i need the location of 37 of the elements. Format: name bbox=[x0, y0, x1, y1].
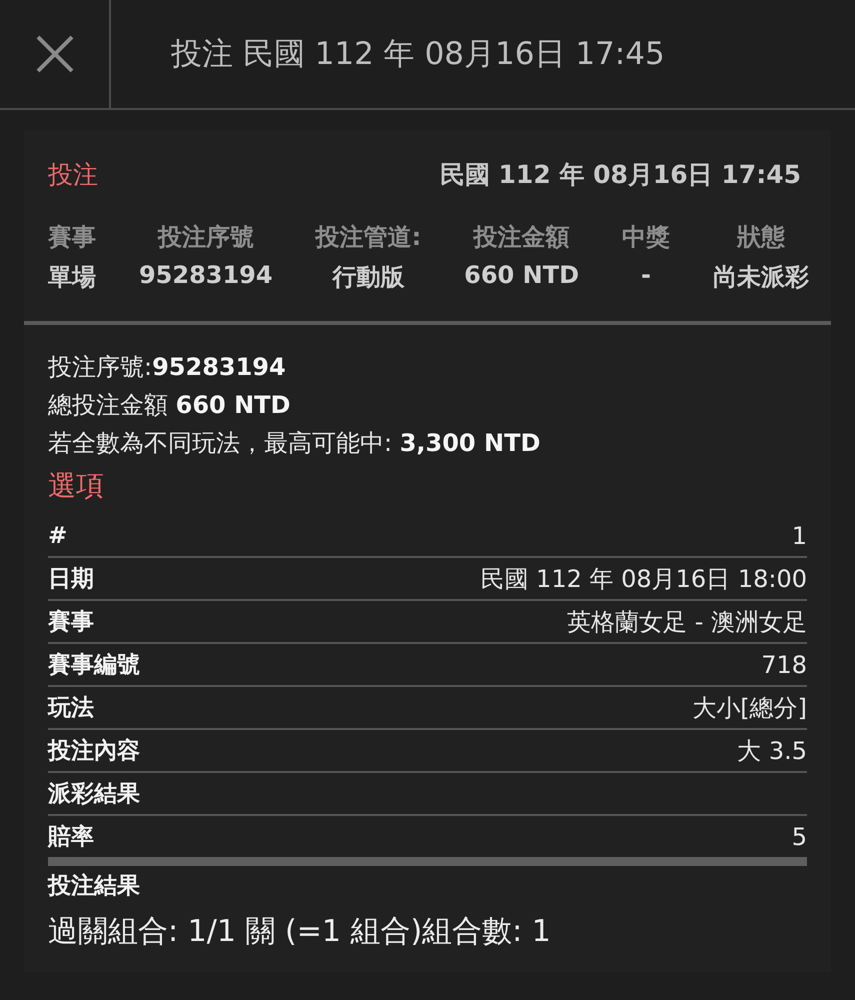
row-label: 日期 bbox=[48, 565, 94, 594]
row-label: 投注內容 bbox=[48, 737, 140, 766]
row-value: 718 bbox=[761, 650, 807, 678]
row-label: 賽事 bbox=[48, 608, 94, 637]
row-value: 1 bbox=[792, 522, 807, 550]
row-value: 大 3.5 bbox=[737, 736, 807, 766]
column-value: 95283194 bbox=[138, 261, 273, 289]
section-heading: 選項 bbox=[47, 468, 105, 504]
column-value: - bbox=[641, 261, 651, 289]
row-label: # bbox=[48, 522, 68, 548]
row-label: 賠率 bbox=[48, 823, 94, 852]
row-value: 民國 112 年 08月16日 18:00 bbox=[480, 564, 807, 594]
row-value: 大小[總分] bbox=[692, 692, 807, 724]
column-label: 投注金額 bbox=[474, 222, 570, 253]
column-label: 投注序號 bbox=[158, 222, 254, 253]
column-value: 行動版 bbox=[332, 262, 404, 293]
row-label: 賽事編號 bbox=[48, 651, 140, 680]
row-value: 英格蘭女足 - 澳洲女足 bbox=[567, 606, 807, 638]
column-value: 660 NTD bbox=[464, 261, 579, 289]
info-line: 若全數為不同玩法，最高可能中: 3,300 NTD bbox=[48, 428, 542, 459]
bet-datetime: 民國 112 年 08月16日 17:45 bbox=[440, 159, 801, 191]
column-value: 單場 bbox=[48, 262, 96, 293]
row-label: 投注結果 bbox=[46, 872, 141, 901]
column-label: 投注管道: bbox=[316, 222, 422, 253]
combination-text: 過關組合: 1/1 關 (=1 組合)組合數: 1 bbox=[47, 913, 552, 951]
column-label: 中獎 bbox=[622, 222, 670, 253]
info-line: 投注序號:95283194 bbox=[48, 352, 287, 383]
section-heading: 投注 bbox=[48, 159, 98, 191]
row-value: 5 bbox=[792, 822, 807, 850]
close-icon bbox=[34, 34, 74, 74]
column-label: 狀態 bbox=[736, 222, 785, 253]
row-label: 派彩結果 bbox=[48, 780, 140, 809]
row-label: 玩法 bbox=[48, 694, 94, 723]
column-label: 賽事 bbox=[48, 222, 96, 253]
page-title: 投注 民國 112 年 08月16日 17:45 bbox=[170, 35, 665, 74]
column-value: 尚未派彩 bbox=[712, 262, 809, 293]
info-line: 總投注金額 660 NTD bbox=[48, 390, 292, 421]
